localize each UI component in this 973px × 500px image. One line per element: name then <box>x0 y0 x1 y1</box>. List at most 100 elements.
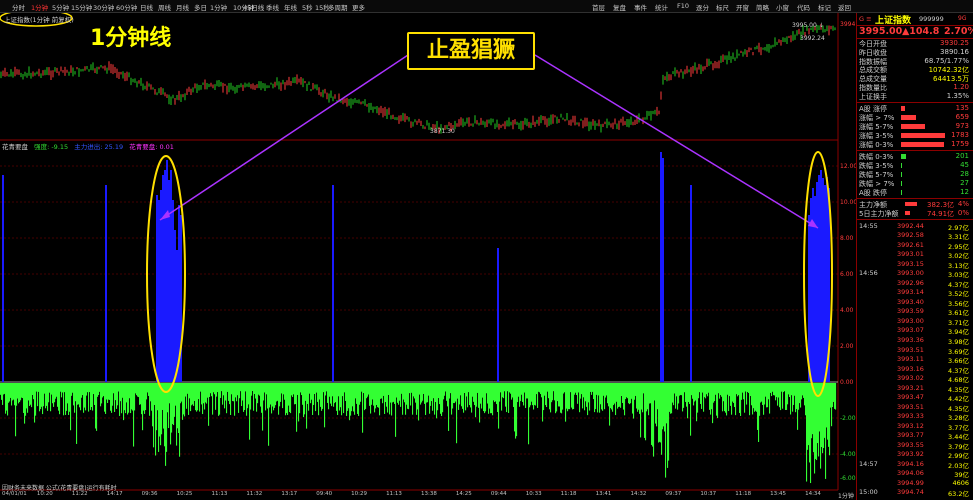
indicator-green-bar <box>667 383 669 468</box>
tick-row: 3993.51 3.69亿 <box>857 346 973 356</box>
y-axis-label: 3994 <box>840 21 856 28</box>
tool-button[interactable]: 开窗 <box>736 2 749 12</box>
kline-chart[interactable] <box>0 13 856 500</box>
indicator-green-bar <box>493 383 495 401</box>
indicator-blue-bar <box>660 152 662 382</box>
indicator-green-bar <box>617 383 619 409</box>
indicator-green-bar <box>596 383 598 395</box>
indicator-green-bar <box>514 383 516 432</box>
tf-item[interactable]: 60分钟 <box>116 2 137 12</box>
indicator-green-bar <box>407 383 409 409</box>
tf-item[interactable]: 季线 <box>266 2 279 12</box>
indicator-green-bar <box>138 383 140 398</box>
tf-item[interactable]: 分时 <box>12 2 25 12</box>
indicator-blue-bar <box>174 230 176 382</box>
indicator-green-bar <box>730 383 732 406</box>
tf-item[interactable]: 周线 <box>158 2 171 12</box>
quote-header: G ≡ 上证指数 999999 9G <box>857 13 973 26</box>
indicator-green-bar <box>530 383 532 406</box>
tool-button[interactable]: 逐分 <box>696 2 709 12</box>
indicator-green-bar <box>571 383 573 408</box>
indicator-green-bar <box>719 383 721 399</box>
tool-button[interactable]: 统计 <box>655 2 668 12</box>
indicator-green-bar <box>92 383 94 411</box>
tf-item[interactable]: 5秒 <box>302 2 313 12</box>
indicator-green-bar <box>534 383 536 405</box>
indicator-green-bar <box>657 383 659 410</box>
tool-button[interactable]: 简略 <box>756 2 769 12</box>
tool-button[interactable]: 事件 <box>634 2 647 12</box>
time-axis-label: 10:37 <box>700 491 717 497</box>
tf-item[interactable]: 多日 <box>194 2 207 12</box>
indicator-green-bar <box>499 383 501 402</box>
tick-row: 3992.61 2.95亿 <box>857 241 973 251</box>
tick-price: 3994.16 <box>897 459 924 468</box>
tool-button[interactable]: 复盘 <box>613 2 626 12</box>
indicator-green-bar <box>195 383 197 411</box>
indicator-green-bar <box>61 383 63 398</box>
tf-item[interactable]: 30分钟 <box>93 2 114 12</box>
time-axis-label: 14:17 <box>106 491 123 497</box>
indicator-green-bar <box>372 383 374 400</box>
flow-row: 主力净额 382.3亿 4% <box>857 200 973 209</box>
chart-area[interactable]: 上证指数(1分钟 前复权) 1分钟线 止盈猖獗 3995.00 ↓ 3992.2… <box>0 13 857 500</box>
indicator-green-bar <box>547 383 549 392</box>
indicator-green-bar <box>502 383 504 398</box>
indicator-green-bar <box>10 383 12 398</box>
distribution-bar <box>901 171 902 177</box>
tool-button[interactable]: 小窗 <box>776 2 789 12</box>
distribution-value: 201 <box>955 151 969 160</box>
tf-item[interactable]: 年线 <box>284 2 297 12</box>
indicator-green-bar <box>123 383 125 421</box>
tool-button[interactable]: 标记 <box>818 2 831 12</box>
indicator-green-bar <box>446 383 448 401</box>
tf-item[interactable]: 日线 <box>140 2 153 12</box>
indicator-green-bar <box>68 383 70 415</box>
indicator-green-bar <box>455 383 457 402</box>
indicator-green-bar <box>400 383 402 407</box>
indicator-green-bar <box>250 383 252 410</box>
indicator-blue-bar <box>812 188 814 382</box>
tf-item-active[interactable]: 1分钟 <box>31 2 48 12</box>
indicator-green-bar <box>649 383 651 404</box>
indicator-green-bar <box>462 383 464 409</box>
tool-button[interactable]: 返回 <box>838 2 851 12</box>
indicator-green-bar <box>460 383 462 396</box>
tf-item[interactable]: 15分钟 <box>71 2 92 12</box>
indicator-green-bar <box>569 383 571 410</box>
indicator-green-bar <box>830 383 832 408</box>
quote-price-row: 3995.00 ▲104.8 2.70% <box>857 26 973 39</box>
indicator-green-bar <box>633 383 635 419</box>
tf-item[interactable]: 1分钟 <box>210 2 227 12</box>
y-axis-label: 0.00 <box>840 379 854 386</box>
menu-icon[interactable]: G ≡ <box>859 15 872 23</box>
indicator-green-bar <box>212 383 214 415</box>
distribution-bar <box>901 114 917 120</box>
indicator-green-bar <box>399 383 401 401</box>
tick-row: 3993.07 3.94亿 <box>857 326 973 336</box>
flow-value: 74.91亿 <box>927 209 955 218</box>
indicator-green-bar <box>790 383 792 415</box>
tf-item[interactable]: 45日线 <box>243 2 264 12</box>
tool-button[interactable]: 首层 <box>592 2 605 12</box>
tf-item[interactable]: 月线 <box>176 2 189 12</box>
tick-volume: 3.79亿 <box>948 442 969 451</box>
tf-item[interactable]: 更多 <box>352 2 365 12</box>
indicator-green-bar <box>100 383 102 407</box>
tf-item[interactable]: 5分钟 <box>52 2 69 12</box>
indicator-green-bar <box>440 383 442 414</box>
indicator-green-bar <box>543 383 545 411</box>
tool-button[interactable]: 标尺 <box>716 2 729 12</box>
tool-button[interactable]: 代码 <box>797 2 810 12</box>
tf-item[interactable]: 多周期 <box>328 2 348 12</box>
indicator-green-bar <box>374 383 376 413</box>
indicator-green-bar <box>300 383 302 393</box>
price-sub-label: 3992.24 <box>800 35 825 42</box>
indicator-green-bar <box>0 383 2 395</box>
indicator-green-bar <box>702 383 704 393</box>
indicator-green-bar <box>753 383 755 409</box>
indicator-green-bar <box>361 383 363 392</box>
flow-pct: 0% <box>957 208 969 217</box>
indicator-green-bar <box>414 383 416 399</box>
tool-button[interactable]: F10 <box>677 2 689 10</box>
